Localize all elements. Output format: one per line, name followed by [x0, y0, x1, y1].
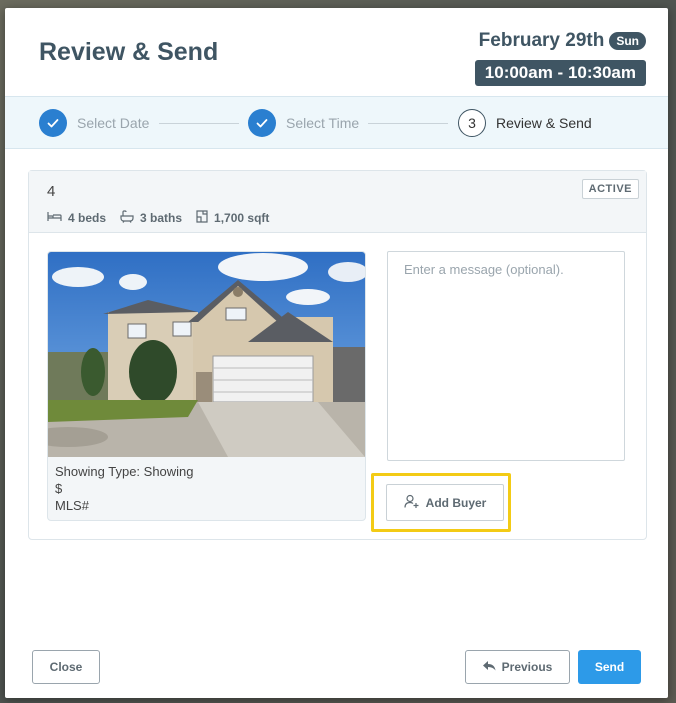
sqft-spec: 1,700 sqft — [196, 210, 269, 226]
day-badge: Sun — [609, 32, 646, 50]
beds-spec: 4 beds — [47, 211, 106, 225]
reply-arrow-icon — [482, 660, 496, 674]
listing-number: 4 — [47, 183, 56, 200]
step-connector — [159, 123, 239, 124]
property-photo-card: Showing Type: Showing $ MLS# — [47, 251, 366, 521]
checkmark-icon — [39, 109, 67, 137]
review-send-modal: Review & Send February 29th Sun 10:00am … — [5, 8, 668, 698]
listing-header: 4 ACTIVE 4 beds 3 baths 1,700 sqft — [29, 171, 646, 233]
progress-steps: Select Date Select Time 3 Review & Send — [5, 96, 668, 149]
date-text: February 29th — [478, 30, 605, 51]
close-button[interactable]: Close — [32, 650, 100, 684]
previous-button[interactable]: Previous — [465, 650, 570, 684]
step-select-time[interactable]: Select Time — [248, 109, 359, 137]
modal-header: Review & Send February 29th Sun 10:00am … — [5, 8, 668, 96]
add-buyer-highlight: Add Buyer — [371, 473, 511, 532]
mls-number: MLS# — [55, 498, 89, 513]
message-textarea[interactable] — [387, 251, 625, 461]
step-label: Select Date — [77, 115, 150, 131]
step-connector — [368, 123, 448, 124]
listing-price: $ — [55, 481, 63, 496]
add-user-icon — [404, 494, 420, 512]
showing-details: Showing Type: Showing $ MLS# — [48, 457, 365, 520]
property-photo — [48, 252, 365, 457]
floorplan-icon — [196, 210, 208, 226]
time-range-badge: 10:00am - 10:30am — [474, 60, 646, 86]
step-label: Select Time — [286, 115, 360, 131]
step-label: Review & Send — [496, 115, 592, 131]
baths-spec: 3 baths — [120, 210, 182, 226]
checkmark-icon — [248, 109, 276, 137]
listing-card: 4 ACTIVE 4 beds 3 baths 1,700 sqft Showi… — [28, 170, 647, 540]
status-badge: ACTIVE — [581, 179, 639, 199]
send-button[interactable]: Send — [578, 650, 641, 684]
step-review-send: 3 Review & Send — [458, 109, 592, 137]
bathtub-icon — [120, 210, 134, 226]
listing-specs: 4 beds 3 baths 1,700 sqft — [47, 210, 269, 226]
step-select-date[interactable]: Select Date — [39, 109, 149, 137]
showing-type: Showing Type: Showing — [55, 464, 194, 479]
step-number: 3 — [458, 109, 486, 137]
appointment-date: February 29th Sun — [479, 30, 646, 52]
add-buyer-button[interactable]: Add Buyer — [386, 484, 504, 521]
bed-icon — [47, 211, 62, 225]
page-title: Review & Send — [39, 38, 219, 66]
